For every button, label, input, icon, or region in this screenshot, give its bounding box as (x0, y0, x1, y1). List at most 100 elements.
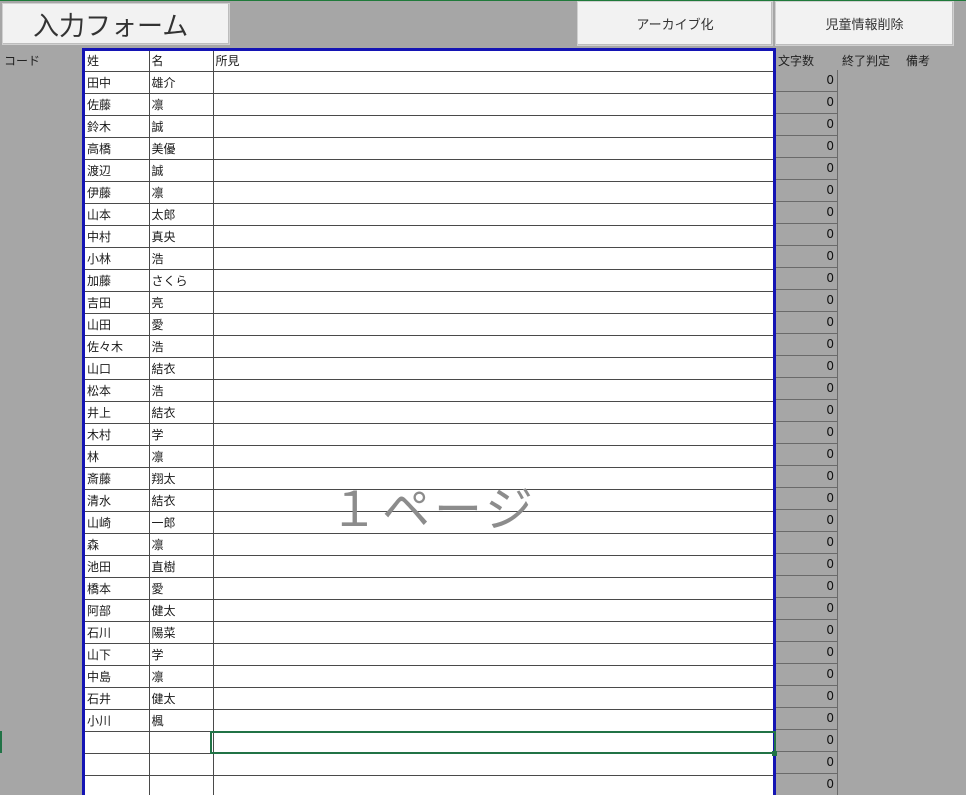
observation-cell[interactable] (213, 269, 774, 292)
last-name-cell[interactable]: 加藤 (85, 269, 150, 292)
first-name-cell[interactable]: 楓 (149, 709, 214, 732)
last-name-cell[interactable]: 鈴木 (85, 115, 150, 138)
first-name-cell[interactable]: 直樹 (149, 555, 214, 578)
first-name-cell[interactable]: 誠 (149, 159, 214, 182)
first-name-cell[interactable]: 結衣 (149, 401, 214, 424)
observation-cell[interactable] (213, 577, 774, 600)
last-name-cell[interactable] (85, 753, 150, 776)
observation-cell[interactable] (213, 401, 774, 424)
last-name-cell[interactable]: 阿部 (85, 599, 150, 622)
first-name-cell[interactable]: 凛 (149, 181, 214, 204)
fill-handle[interactable] (772, 751, 777, 756)
last-name-cell[interactable]: 中島 (85, 665, 150, 688)
last-name-cell[interactable]: 佐々木 (85, 335, 150, 358)
first-name-cell[interactable]: 凛 (149, 445, 214, 468)
input-form-button[interactable]: 入力フォーム (2, 3, 230, 45)
first-name-cell[interactable]: 美優 (149, 137, 214, 160)
last-name-cell[interactable]: 伊藤 (85, 181, 150, 204)
last-name-cell[interactable]: 山崎 (85, 511, 150, 534)
observation-cell[interactable] (213, 181, 774, 204)
first-name-cell[interactable]: 結衣 (149, 489, 214, 512)
observation-cell[interactable] (213, 159, 774, 182)
observation-cell[interactable] (213, 357, 774, 380)
active-cell-selection[interactable] (210, 731, 776, 754)
last-name-cell[interactable]: 松本 (85, 379, 150, 402)
last-name-cell[interactable]: 山口 (85, 357, 150, 380)
last-name-cell[interactable]: 吉田 (85, 291, 150, 314)
observation-cell[interactable] (213, 291, 774, 314)
last-name-cell[interactable]: 林 (85, 445, 150, 468)
observation-cell[interactable] (213, 687, 774, 710)
first-name-cell[interactable]: 太郎 (149, 203, 214, 226)
first-name-cell[interactable]: 真央 (149, 225, 214, 248)
observation-cell[interactable] (213, 335, 774, 358)
first-name-cell[interactable]: 学 (149, 423, 214, 446)
first-name-cell[interactable]: さくら (149, 269, 214, 292)
first-name-cell[interactable]: 浩 (149, 379, 214, 402)
last-name-cell[interactable] (85, 731, 150, 754)
first-name-cell[interactable] (149, 775, 214, 795)
last-name-cell[interactable]: 山本 (85, 203, 150, 226)
first-name-cell[interactable]: 凛 (149, 93, 214, 116)
last-name-cell[interactable]: 石川 (85, 621, 150, 644)
last-name-cell[interactable]: 森 (85, 533, 150, 556)
observation-cell[interactable] (213, 225, 774, 248)
observation-cell[interactable] (213, 247, 774, 270)
observation-cell[interactable] (213, 621, 774, 644)
last-name-cell[interactable]: 橋本 (85, 577, 150, 600)
observation-cell[interactable] (213, 533, 774, 556)
first-name-cell[interactable]: 愛 (149, 313, 214, 336)
observation-cell[interactable] (213, 753, 774, 776)
first-name-cell[interactable]: 雄介 (149, 71, 214, 94)
last-name-cell[interactable]: 渡辺 (85, 159, 150, 182)
last-name-cell[interactable] (85, 775, 150, 795)
last-name-cell[interactable]: 斎藤 (85, 467, 150, 490)
observation-cell[interactable] (213, 93, 774, 116)
observation-cell[interactable] (213, 665, 774, 688)
observation-cell[interactable] (213, 511, 774, 534)
first-name-cell[interactable]: 愛 (149, 577, 214, 600)
archive-button[interactable]: アーカイブ化 (577, 1, 773, 46)
first-name-cell[interactable]: 凛 (149, 665, 214, 688)
last-name-cell[interactable]: 石井 (85, 687, 150, 710)
last-name-cell[interactable]: 小林 (85, 247, 150, 270)
first-name-cell[interactable]: 一郎 (149, 511, 214, 534)
observation-cell[interactable] (213, 379, 774, 402)
observation-cell[interactable] (213, 115, 774, 138)
observation-cell[interactable] (213, 137, 774, 160)
observation-cell[interactable] (213, 423, 774, 446)
last-name-cell[interactable]: 山田 (85, 313, 150, 336)
observation-cell[interactable] (213, 467, 774, 490)
observation-cell[interactable] (213, 445, 774, 468)
first-name-cell[interactable]: 健太 (149, 599, 214, 622)
last-name-cell[interactable]: 山下 (85, 643, 150, 666)
observation-cell[interactable] (213, 599, 774, 622)
first-name-cell[interactable]: 亮 (149, 291, 214, 314)
observation-cell[interactable] (213, 643, 774, 666)
last-name-cell[interactable]: 小川 (85, 709, 150, 732)
first-name-cell[interactable]: 浩 (149, 247, 214, 270)
last-name-cell[interactable]: 高橋 (85, 137, 150, 160)
last-name-cell[interactable]: 清水 (85, 489, 150, 512)
last-name-cell[interactable]: 中村 (85, 225, 150, 248)
observation-cell[interactable] (213, 489, 774, 512)
last-name-cell[interactable]: 池田 (85, 555, 150, 578)
first-name-cell[interactable]: 陽菜 (149, 621, 214, 644)
last-name-cell[interactable]: 井上 (85, 401, 150, 424)
observation-cell[interactable] (213, 313, 774, 336)
first-name-cell[interactable]: 学 (149, 643, 214, 666)
observation-cell[interactable] (213, 71, 774, 94)
first-name-cell[interactable]: 誠 (149, 115, 214, 138)
first-name-cell[interactable] (149, 731, 214, 754)
observation-cell[interactable] (213, 709, 774, 732)
first-name-cell[interactable]: 凛 (149, 533, 214, 556)
first-name-cell[interactable]: 結衣 (149, 357, 214, 380)
first-name-cell[interactable]: 浩 (149, 335, 214, 358)
last-name-cell[interactable]: 田中 (85, 71, 150, 94)
observation-cell[interactable] (213, 203, 774, 226)
last-name-cell[interactable]: 佐藤 (85, 93, 150, 116)
observation-cell[interactable] (213, 775, 774, 795)
first-name-cell[interactable]: 健太 (149, 687, 214, 710)
observation-cell[interactable] (213, 555, 774, 578)
last-name-cell[interactable]: 木村 (85, 423, 150, 446)
